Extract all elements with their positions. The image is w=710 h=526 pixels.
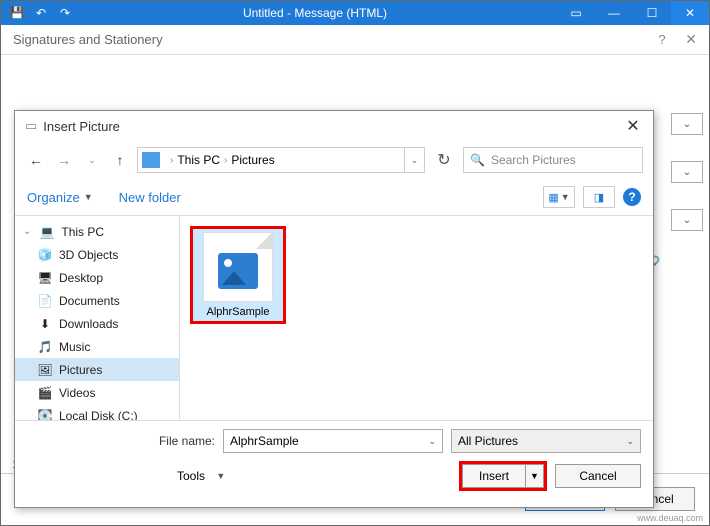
help-icon[interactable]: ? (658, 32, 665, 47)
file-list[interactable]: AlphrSample (180, 216, 653, 420)
folder-icon: 💽 (37, 409, 53, 421)
folder-icon: 💻 (39, 225, 55, 239)
folder-icon: 🎬 (37, 386, 53, 400)
tree-item-documents[interactable]: 📄Documents (15, 289, 179, 312)
watermark: www.deuaq.com (637, 513, 703, 523)
recent-dropdown-icon[interactable]: ⌄ (81, 149, 103, 171)
refresh-icon[interactable]: ↻ (431, 147, 457, 173)
filename-label: File name: (159, 434, 215, 448)
folder-icon: 🧊 (37, 248, 53, 262)
up-icon[interactable]: ↑ (109, 149, 131, 171)
ribbon-options-icon[interactable]: ▭ (557, 1, 595, 25)
close-sig-dialog-icon[interactable]: ✕ (685, 31, 697, 47)
tree-item-this-pc[interactable]: 💻This PC (15, 220, 179, 243)
filename-input[interactable]: AlphrSample⌄ (223, 429, 443, 453)
folder-icon: 📄 (37, 294, 53, 308)
pc-icon (142, 152, 160, 168)
tree-item-local-disk-c-[interactable]: 💽Local Disk (C:) (15, 404, 179, 420)
back-icon[interactable]: ← (25, 149, 47, 171)
folder-icon: 🎵 (37, 340, 53, 354)
dialog-title: Insert Picture (43, 119, 120, 134)
signatures-title: Signatures and Stationery (13, 32, 163, 47)
file-thumbnail (203, 232, 273, 302)
file-type-filter[interactable]: All Pictures⌄ (451, 429, 641, 453)
search-placeholder: Search Pictures (491, 153, 576, 167)
background-dropdown[interactable]: ⌄ (671, 113, 703, 135)
folder-icon: 🖼 (37, 363, 53, 377)
window-title: Untitled - Message (HTML) (73, 6, 557, 20)
view-mode-button[interactable]: ▦ ▼ (543, 186, 575, 208)
folder-icon: ⬇ (37, 317, 53, 331)
file-label: AlphrSample (196, 306, 280, 318)
organize-menu[interactable]: Organize▼ (27, 190, 93, 205)
search-icon: 🔍 (470, 153, 485, 167)
redo-icon[interactable]: ↷ (57, 6, 73, 20)
new-folder-button[interactable]: New folder (119, 190, 181, 205)
app-titlebar: 💾 ↶ ↷ Untitled - Message (HTML) ▭ — ☐ ✕ (1, 1, 709, 25)
breadcrumb-dropdown-icon[interactable]: ⌄ (404, 148, 424, 172)
tools-menu[interactable]: Tools ▼ (177, 469, 225, 483)
close-dialog-icon[interactable]: ✕ (623, 116, 643, 136)
breadcrumb-folder[interactable]: Pictures (231, 153, 274, 167)
undo-icon[interactable]: ↶ (33, 6, 49, 20)
breadcrumb-root[interactable]: This PC (177, 153, 220, 167)
tree-item-downloads[interactable]: ⬇Downloads (15, 312, 179, 335)
folder-icon: 🖥 (37, 271, 53, 285)
minimize-icon[interactable]: — (595, 1, 633, 25)
close-window-icon[interactable]: ✕ (671, 1, 709, 25)
tree-item-videos[interactable]: 🎬Videos (15, 381, 179, 404)
maximize-icon[interactable]: ☐ (633, 1, 671, 25)
tree-item-3d-objects[interactable]: 🧊3D Objects (15, 243, 179, 266)
breadcrumb[interactable]: › This PC › Pictures ⌄ (137, 147, 425, 173)
help-icon[interactable]: ? (623, 188, 641, 206)
file-item-alphrsample[interactable]: AlphrSample (190, 226, 286, 324)
insert-picture-dialog: ▭ Insert Picture ✕ ← → ⌄ ↑ › This PC › P… (14, 110, 654, 508)
tree-item-pictures[interactable]: 🖼Pictures (15, 358, 179, 381)
search-input[interactable]: 🔍 Search Pictures (463, 147, 643, 173)
save-icon[interactable]: 💾 (9, 6, 25, 20)
tree-item-desktop[interactable]: 🖥Desktop (15, 266, 179, 289)
dialog-icon: ▭ (25, 118, 37, 134)
background-dropdown[interactable]: ⌄ (671, 161, 703, 183)
forward-icon: → (53, 149, 75, 171)
insert-dropdown-icon[interactable]: ▼ (526, 464, 544, 488)
cancel-button[interactable]: Cancel (555, 464, 641, 488)
tree-item-music[interactable]: 🎵Music (15, 335, 179, 358)
background-dropdown[interactable]: ⌄ (671, 209, 703, 231)
preview-pane-button[interactable]: ◨ (583, 186, 615, 208)
folder-tree[interactable]: 💻This PC🧊3D Objects🖥Desktop📄Documents⬇Do… (15, 216, 180, 420)
insert-button[interactable]: Insert (462, 464, 526, 488)
signatures-header: Signatures and Stationery ? ✕ (1, 25, 709, 55)
